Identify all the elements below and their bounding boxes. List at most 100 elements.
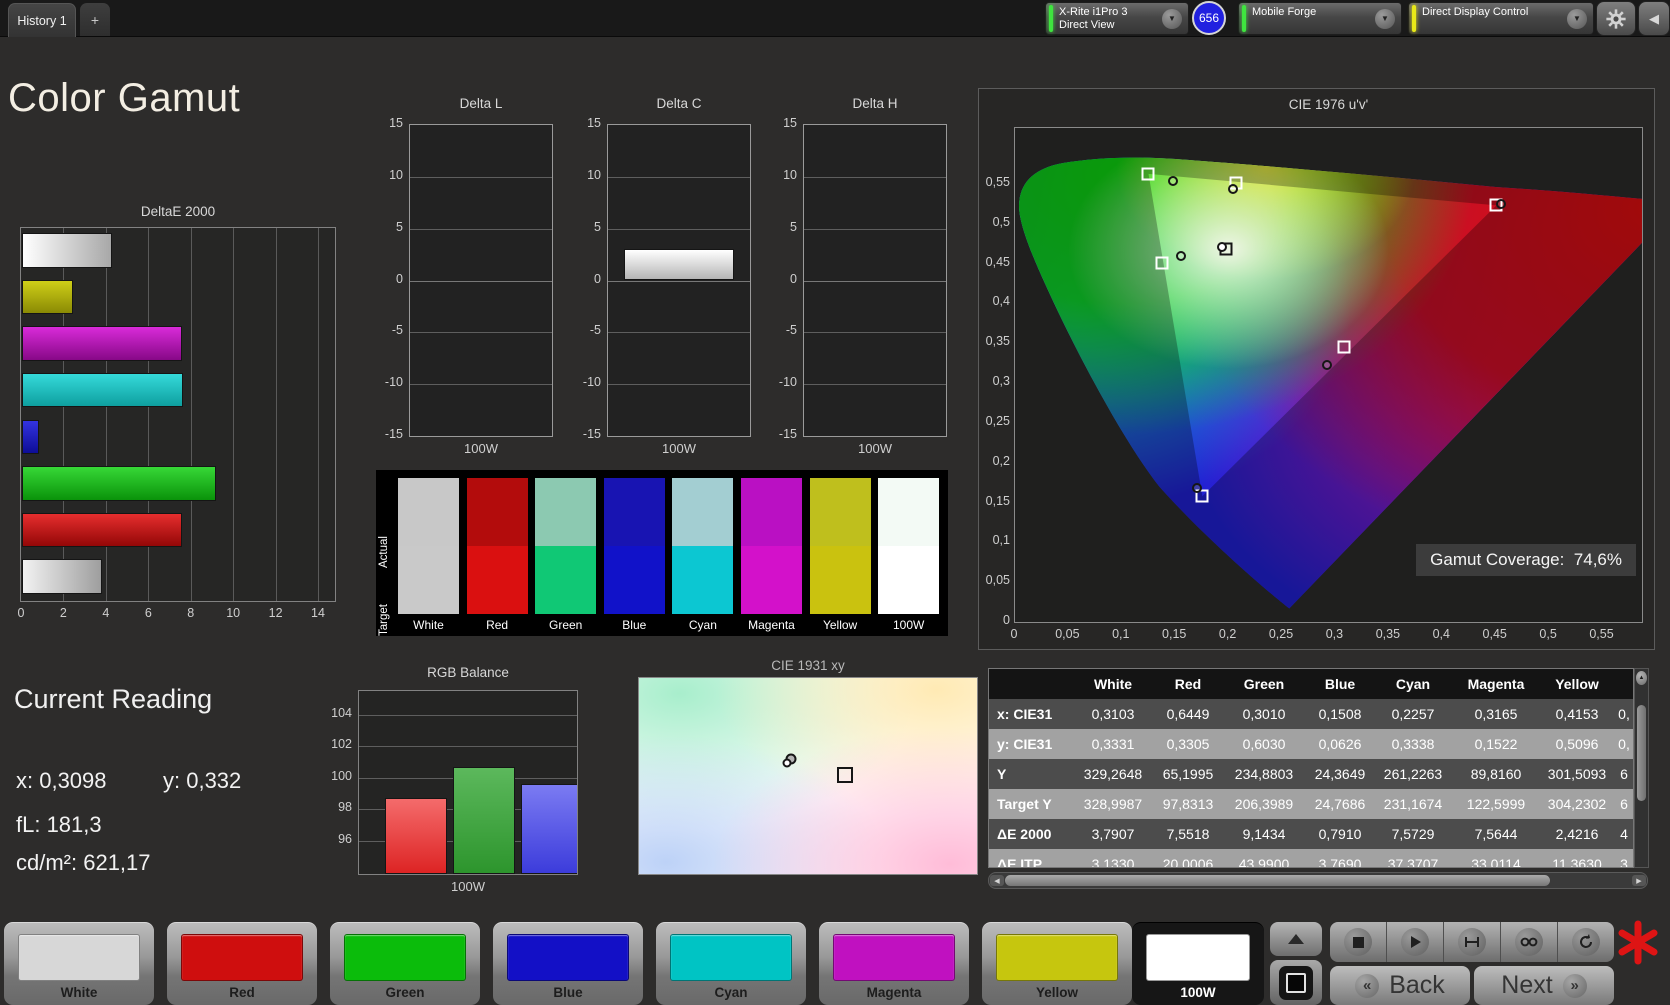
cell: 0,1508: [1318, 706, 1362, 722]
gridline: [804, 384, 946, 386]
up-arrow-icon: [1288, 934, 1304, 944]
cell: 97,8313: [1162, 796, 1214, 812]
next-button[interactable]: Next »: [1474, 966, 1614, 1005]
meter-dropdown[interactable]: X-Rite i1Pro 3 Direct View ▼: [1045, 2, 1189, 35]
deltae-x-tick: 14: [311, 606, 325, 620]
current-reading-title: Current Reading: [14, 684, 213, 714]
delta_c-bar: [624, 249, 734, 281]
pattern-button-magenta[interactable]: Magenta: [819, 922, 969, 1005]
measured-marker-white: [1217, 241, 1228, 252]
cell: 0,4153: [1555, 706, 1599, 722]
measurement-transport-controls: [1330, 922, 1614, 962]
pattern-swatch: [18, 934, 140, 981]
app-menu-button[interactable]: [1618, 920, 1658, 965]
pattern-window-up-button[interactable]: [1270, 922, 1322, 956]
continuous-button[interactable]: [1501, 922, 1558, 962]
cell: Magenta: [1467, 676, 1525, 692]
deltae-bar-green: [22, 466, 216, 501]
cell: 0,0626: [1318, 736, 1362, 752]
pattern-label: White: [60, 985, 98, 1000]
cell: 0,3165: [1474, 706, 1518, 722]
pattern-swatch: [181, 934, 303, 981]
gridline: [410, 332, 552, 334]
delta_l-y-tick: 10: [389, 167, 403, 182]
gear-icon: [1606, 8, 1626, 29]
delta_c-y-tick: -15: [582, 427, 601, 441]
cie1976-y-tick: 0,2: [992, 453, 1010, 468]
back-button[interactable]: « Back: [1330, 966, 1470, 1005]
row-label: ΔE ITP: [997, 856, 1043, 868]
rgb-bar-blue: [521, 784, 577, 874]
pattern-button-green[interactable]: Green: [330, 922, 480, 1005]
cell: 0,3331: [1091, 736, 1135, 752]
cell: 0,: [1618, 706, 1630, 722]
chevron-down-icon[interactable]: ▼: [1375, 8, 1395, 29]
add-tab-button[interactable]: +: [80, 3, 110, 36]
actual-swatch: [878, 478, 940, 546]
source-dropdown[interactable]: Mobile Forge ▼: [1238, 2, 1402, 35]
measurement-table: White Red Green Blue Cyan Magenta Yellow x: CIE…: [988, 668, 1634, 868]
settings-button[interactable]: [1596, 1, 1636, 36]
gridline: [804, 228, 946, 230]
deltae-bar-100w: [22, 233, 113, 268]
target-marker-green: [1141, 167, 1155, 181]
delta_c-y-tick: -10: [582, 375, 601, 390]
horizontal-scroll-thumb[interactable]: [1005, 875, 1550, 886]
delta_l-y-tick: -15: [384, 427, 403, 441]
display-control-dropdown[interactable]: Direct Display Control ▼: [1408, 2, 1594, 35]
source-name: Mobile Forge: [1252, 6, 1317, 18]
gridline: [804, 176, 946, 178]
delta_h-title: Delta H: [852, 96, 898, 111]
target-swatch: [603, 546, 665, 614]
deltae2000-chart-title: DeltaE 2000: [140, 204, 216, 219]
chevron-down-icon[interactable]: ▼: [1162, 8, 1182, 29]
pattern-label: Green: [385, 985, 425, 1000]
gridline: [190, 228, 192, 601]
table-vertical-scrollbar[interactable]: ▲: [1634, 668, 1649, 868]
vertical-scroll-thumb[interactable]: [1637, 705, 1646, 801]
cell: 7,5644: [1474, 826, 1518, 842]
pattern-window-button[interactable]: [1270, 960, 1322, 1005]
cie1976-y-tick: 0,55: [985, 174, 1010, 189]
delta_c-y-tick: 0: [594, 271, 601, 286]
cell: 234,8803: [1234, 766, 1294, 782]
chevron-down-icon[interactable]: ▼: [1567, 8, 1587, 29]
rgb-y-tick: 100: [331, 768, 352, 783]
cie1976-panel: CIE 1976 u'v' Gamut Coverage: 74,6% 0 0,…: [978, 88, 1655, 650]
pattern-button-yellow[interactable]: Yellow: [982, 922, 1132, 1005]
row-label: y: CIE31: [997, 736, 1053, 752]
cell: 261,2263: [1383, 766, 1443, 782]
stop-button[interactable]: [1330, 922, 1387, 962]
refresh-button[interactable]: [1558, 922, 1614, 962]
play-button[interactable]: [1387, 922, 1444, 962]
pattern-size-button[interactable]: [1444, 922, 1501, 962]
pattern-button-white[interactable]: White: [4, 922, 154, 1005]
measured-marker-1: [782, 758, 792, 768]
pattern-button-blue[interactable]: Blue: [493, 922, 643, 1005]
cie1976-y-tick: 0,05: [985, 573, 1010, 588]
row-label: ΔE 2000: [997, 826, 1052, 842]
gridline: [275, 228, 277, 601]
page-title: Color Gamut: [8, 76, 241, 120]
pattern-button-100w[interactable]: 100W: [1132, 922, 1264, 1005]
table-row-5: ΔE 2000 3,7907 7,5518 9,1434 0,7910 7,5729 7,5…: [989, 819, 1633, 849]
cell: 6: [1620, 796, 1628, 812]
actual-swatch: [466, 478, 528, 546]
delta_l-x-label: 100W: [464, 441, 498, 456]
swatch-label: White: [413, 618, 444, 632]
cie1931-diagram: [638, 677, 978, 875]
swatch-label: Yellow: [822, 618, 858, 632]
scroll-right-icon[interactable]: ▶: [1632, 875, 1646, 886]
reading-count-badge: 656: [1192, 1, 1226, 35]
table-horizontal-scrollbar[interactable]: ◀ ▶: [988, 872, 1648, 889]
swatch-label: Red: [486, 618, 509, 632]
scroll-up-icon[interactable]: ▲: [1636, 671, 1647, 685]
pattern-swatch: [1146, 934, 1250, 981]
tab-history-1[interactable]: History 1: [8, 3, 76, 37]
pattern-button-cyan[interactable]: Cyan: [656, 922, 806, 1005]
cell: 328,9987: [1083, 796, 1143, 812]
collapse-panel-button[interactable]: ◀: [1638, 1, 1670, 36]
delta_c-y-tick: -5: [589, 323, 601, 338]
pattern-button-red[interactable]: Red: [167, 922, 317, 1005]
scroll-left-icon[interactable]: ◀: [990, 875, 1004, 886]
